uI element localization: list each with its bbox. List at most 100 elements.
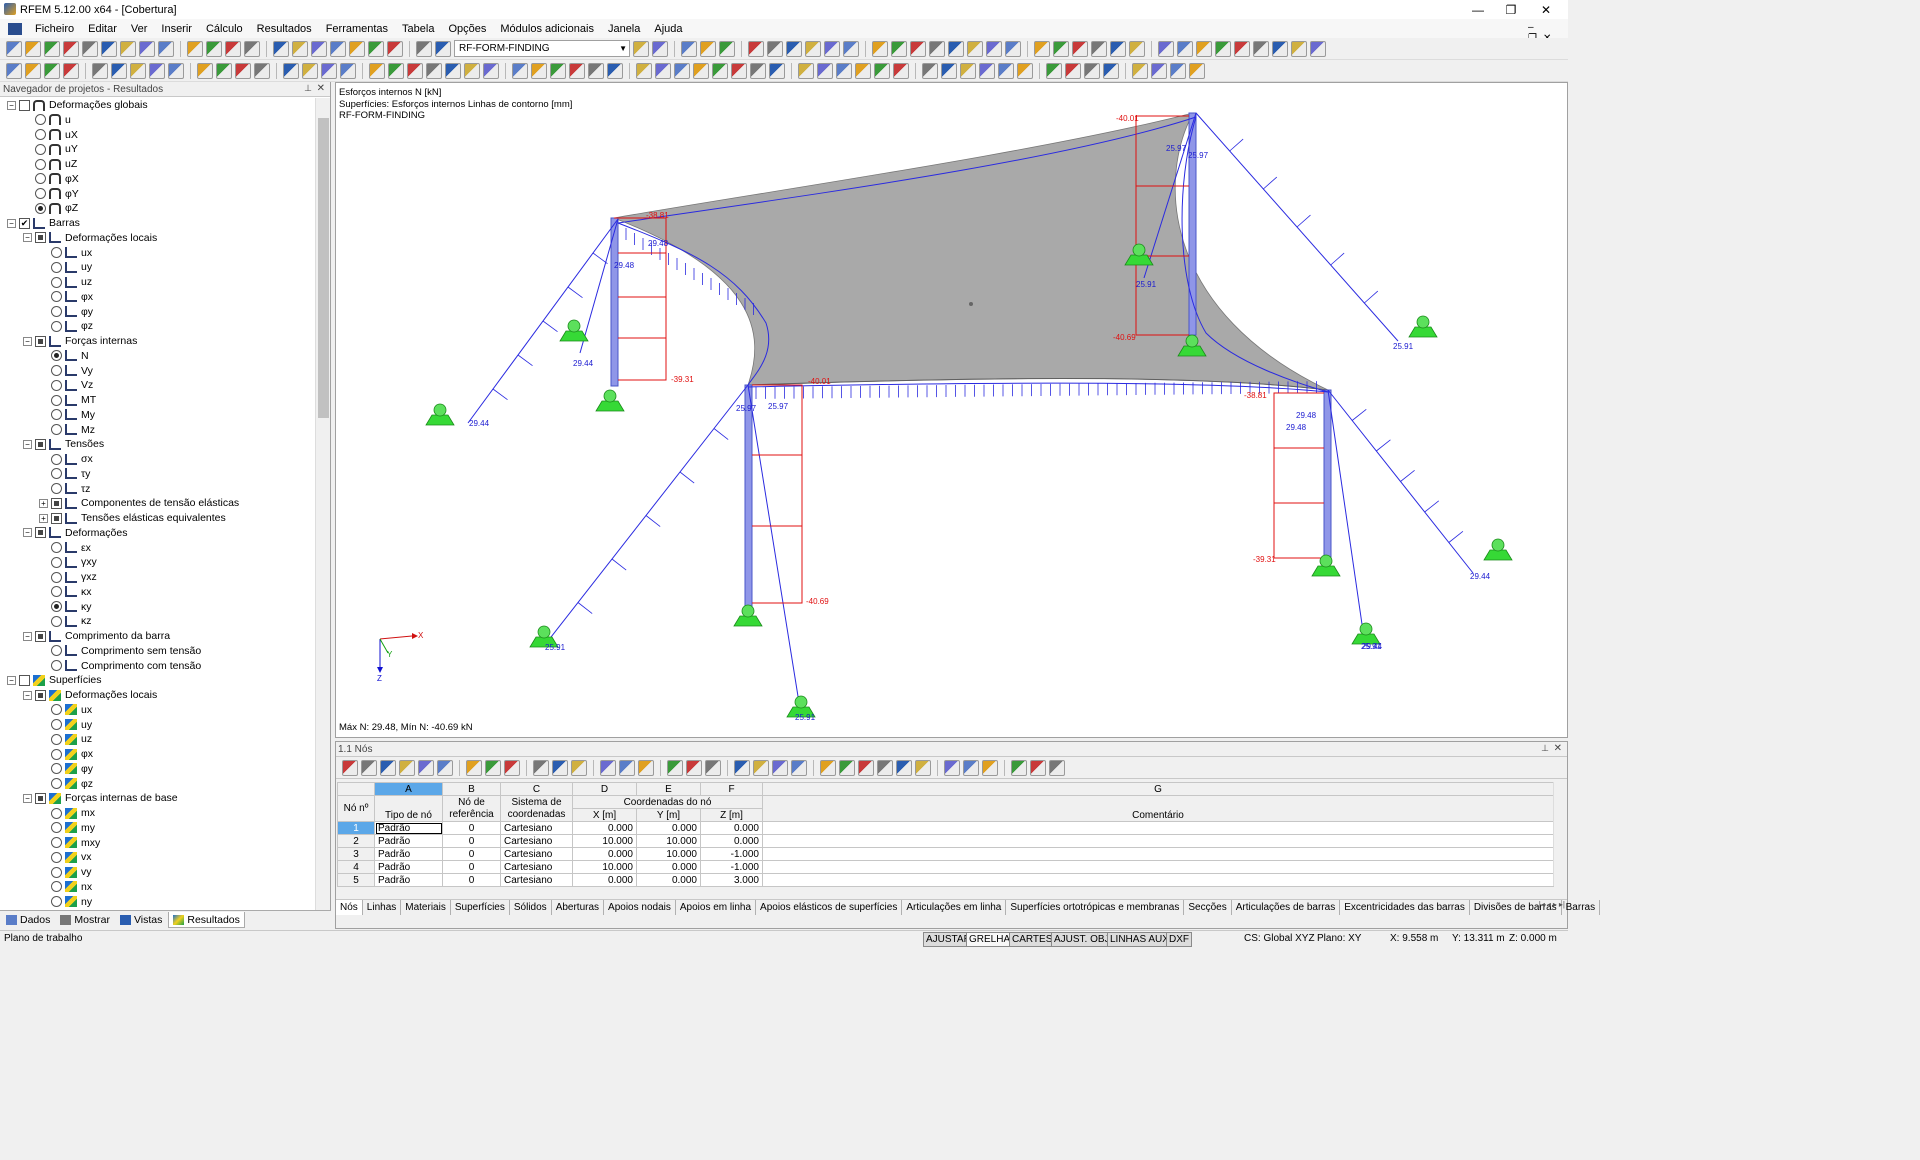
toolbar-button-icon[interactable] xyxy=(700,40,716,57)
cell-node-type[interactable]: Padrão xyxy=(374,860,443,874)
toolbar-button-icon[interactable] xyxy=(6,40,22,57)
toolbar-button-icon[interactable] xyxy=(1129,40,1145,57)
radio-button[interactable] xyxy=(51,409,62,421)
toolbar-button-icon[interactable] xyxy=(636,62,652,79)
toolbar-button-icon[interactable] xyxy=(273,40,289,57)
radio-button[interactable] xyxy=(51,807,62,819)
toolbar-button-icon[interactable] xyxy=(836,62,852,79)
toolbar-button-icon[interactable] xyxy=(464,62,480,79)
toolbar-button-icon[interactable] xyxy=(967,40,983,57)
table-tool-icon[interactable] xyxy=(571,759,587,776)
toolbar-button-icon[interactable] xyxy=(1091,40,1107,57)
toolbar-button-icon[interactable] xyxy=(1310,40,1326,57)
toolbar-button-icon[interactable] xyxy=(1132,62,1148,79)
table-tool-icon[interactable] xyxy=(399,759,415,776)
checkbox[interactable] xyxy=(35,630,46,642)
cell-x[interactable]: 0.000 xyxy=(572,821,637,835)
toolbar-button-icon[interactable] xyxy=(111,62,127,79)
toolbar-button-icon[interactable] xyxy=(550,62,566,79)
tree-item[interactable]: φZ xyxy=(23,201,78,215)
checkbox[interactable]: ✔ xyxy=(19,217,30,229)
toolbar-button-icon[interactable] xyxy=(674,62,690,79)
table-row[interactable]: 1 Padrão 0 Cartesiano 0.000 0.000 0.000 xyxy=(337,821,1554,835)
table-tool-icon[interactable] xyxy=(1049,759,1065,776)
cartesian-button[interactable]: CARTES xyxy=(1009,932,1056,947)
toolbar-button-icon[interactable] xyxy=(1158,40,1174,57)
expand-icon[interactable]: − xyxy=(23,528,32,538)
table-tool-icon[interactable] xyxy=(342,759,358,776)
model-viewport[interactable]: Esforços internos N [kN] Superfícies: Es… xyxy=(335,82,1568,738)
table-scrollbar[interactable] xyxy=(1553,782,1566,886)
expand-icon[interactable]: − xyxy=(23,690,32,700)
toolbar-button-icon[interactable] xyxy=(130,62,146,79)
toolbar-button-icon[interactable] xyxy=(874,62,890,79)
tree-item[interactable]: γxy xyxy=(39,555,97,569)
checkbox[interactable] xyxy=(35,335,46,347)
cell-coord-system[interactable]: Cartesiano xyxy=(500,873,573,887)
radio-button[interactable] xyxy=(35,143,46,155)
radio-button[interactable] xyxy=(35,114,46,126)
menu-item-10[interactable]: Janela xyxy=(601,23,647,35)
toolbar-button-icon[interactable] xyxy=(368,40,384,57)
toolbar-button-icon[interactable] xyxy=(569,62,585,79)
checkbox[interactable] xyxy=(35,232,46,244)
tree-item[interactable]: τz xyxy=(39,482,90,496)
col-header-d[interactable]: D xyxy=(572,782,637,796)
checkbox[interactable] xyxy=(35,438,46,450)
col-header-e[interactable]: E xyxy=(636,782,701,796)
toolbar-button-icon[interactable] xyxy=(1291,40,1307,57)
table-tool-icon[interactable] xyxy=(533,759,549,776)
scroll-thumb[interactable] xyxy=(318,118,329,418)
cell-x[interactable]: 10.000 xyxy=(572,860,637,874)
expand-icon[interactable]: − xyxy=(23,336,32,346)
radio-button[interactable] xyxy=(35,173,46,185)
table-tab-5[interactable]: Aberturas xyxy=(552,900,605,915)
toolbar-button-icon[interactable] xyxy=(311,40,327,57)
toolbar-button-icon[interactable] xyxy=(82,40,98,57)
expand-icon[interactable]: − xyxy=(23,631,32,641)
cell-reference-node[interactable]: 0 xyxy=(442,873,501,887)
tree-item[interactable]: Vz xyxy=(39,378,93,392)
radio-button[interactable] xyxy=(51,896,62,907)
toolbar-button-icon[interactable] xyxy=(588,62,604,79)
toolbar-button-icon[interactable] xyxy=(92,62,108,79)
radio-button[interactable] xyxy=(51,453,62,465)
radio-button[interactable] xyxy=(51,542,62,553)
row-number[interactable]: 4 xyxy=(337,860,375,874)
tree-item[interactable]: ny xyxy=(39,895,92,909)
table-tool-icon[interactable] xyxy=(1030,759,1046,776)
toolbar-button-icon[interactable] xyxy=(767,40,783,57)
toolbar-button-icon[interactable] xyxy=(693,62,709,79)
radio-button[interactable] xyxy=(51,320,62,332)
toolbar-button-icon[interactable] xyxy=(369,62,385,79)
tree-item[interactable]: κx xyxy=(39,585,92,599)
table-tab-4[interactable]: Sólidos xyxy=(510,900,552,915)
checkbox[interactable] xyxy=(19,99,30,111)
toolbar-button-icon[interactable] xyxy=(63,62,79,79)
toolbar-button-icon[interactable] xyxy=(979,62,995,79)
toolbar-button-icon[interactable] xyxy=(244,40,260,57)
toolbar-button-icon[interactable] xyxy=(416,40,432,57)
menu-item-8[interactable]: Opções xyxy=(441,23,493,35)
radio-button[interactable] xyxy=(51,645,62,657)
table-tab-6[interactable]: Apoios nodais xyxy=(604,900,676,915)
radio-button[interactable] xyxy=(51,350,62,362)
document-icon[interactable] xyxy=(8,22,22,35)
tree-item[interactable]: MT xyxy=(39,393,96,407)
cell-node-type[interactable]: Padrão xyxy=(374,821,443,835)
cell-comment[interactable] xyxy=(762,847,1554,861)
menu-item-9[interactable]: Módulos adicionais xyxy=(493,23,601,35)
toolbar-button-icon[interactable] xyxy=(855,62,871,79)
tree-item[interactable]: mxy xyxy=(39,836,100,850)
toolbar-button-icon[interactable] xyxy=(986,40,1002,57)
toolbar-button-icon[interactable] xyxy=(44,62,60,79)
toolbar-button-icon[interactable] xyxy=(1046,62,1062,79)
radio-button[interactable] xyxy=(51,424,62,435)
toolbar-button-icon[interactable] xyxy=(652,40,668,57)
expand-icon[interactable]: + xyxy=(39,498,48,508)
toolbar-button-icon[interactable] xyxy=(120,40,136,57)
radio-button[interactable] xyxy=(51,261,62,273)
table-tab-7[interactable]: Apoios em linha xyxy=(676,900,757,915)
corner-cell[interactable] xyxy=(337,782,375,796)
tree-item[interactable]: Comprimento sem tensão xyxy=(39,644,201,658)
